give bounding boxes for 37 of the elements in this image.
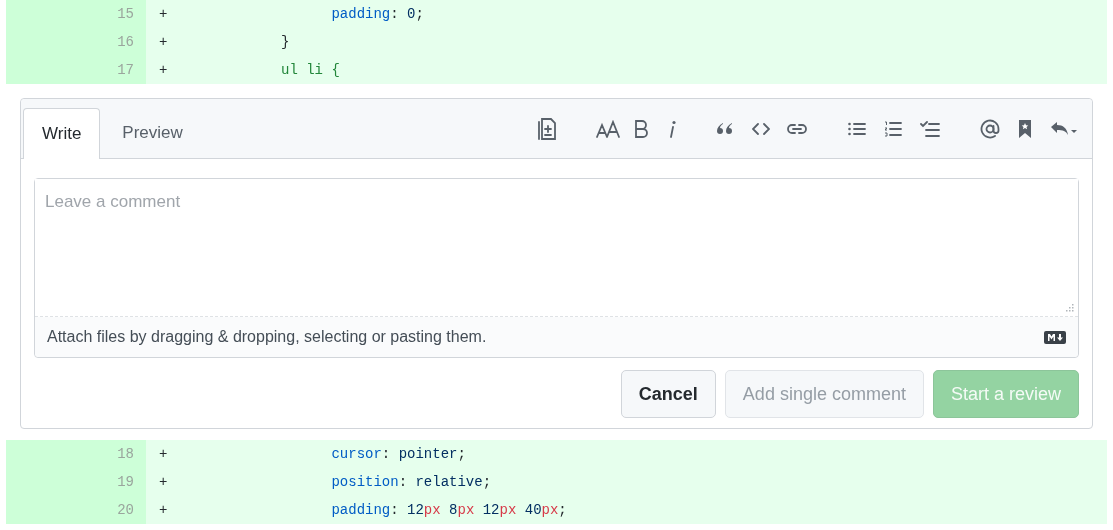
- code-line: padding: 0;: [330, 4, 424, 24]
- text-size-icon[interactable]: [596, 119, 620, 138]
- resize-grip-icon[interactable]: [1065, 303, 1074, 312]
- quote-icon[interactable]: [716, 121, 734, 136]
- added-line-marker: +: [159, 32, 169, 52]
- added-line-marker: +: [159, 500, 169, 520]
- line-number: 16: [6, 28, 146, 56]
- added-line-marker: +: [159, 60, 169, 80]
- link-icon[interactable]: [786, 121, 808, 136]
- reply-arrow-icon[interactable]: [1050, 120, 1078, 137]
- line-number: 15: [6, 0, 146, 28]
- code-line: }: [280, 32, 290, 52]
- line-number: 18: [6, 440, 146, 468]
- added-line-marker: +: [159, 472, 169, 492]
- markdown-icon[interactable]: [1044, 330, 1066, 344]
- added-line-marker: +: [159, 444, 169, 464]
- italic-icon[interactable]: [668, 119, 676, 138]
- numbered-list-icon[interactable]: [884, 120, 902, 137]
- bold-icon[interactable]: [634, 119, 648, 138]
- line-number: 17: [6, 56, 146, 84]
- tab[interactable]: Write: [23, 108, 101, 159]
- bulleted-list-icon[interactable]: [848, 121, 866, 136]
- code-icon[interactable]: [752, 122, 770, 135]
- at-sign-icon[interactable]: [980, 118, 1000, 139]
- code-line: position: relative;: [330, 472, 492, 492]
- added-line-marker: +: [159, 4, 169, 24]
- tab[interactable]: Preview: [100, 107, 205, 158]
- bookmark-star-icon[interactable]: [1018, 118, 1032, 139]
- action-button[interactable]: Cancel: [620, 370, 716, 418]
- line-number: 19: [6, 468, 146, 496]
- comment-editor[interactable]: Leave a comment Attach files by dragging & dropping, selecting or pasting them.: [34, 178, 1079, 358]
- code-line: cursor: pointer;: [330, 444, 466, 464]
- code-line: padding: 12px 8px 12px 40px;: [330, 500, 567, 520]
- code-line: ul li {: [280, 60, 340, 80]
- template-icon[interactable]: [538, 117, 556, 140]
- line-number: 20: [6, 496, 146, 524]
- task-list-icon[interactable]: [920, 120, 940, 137]
